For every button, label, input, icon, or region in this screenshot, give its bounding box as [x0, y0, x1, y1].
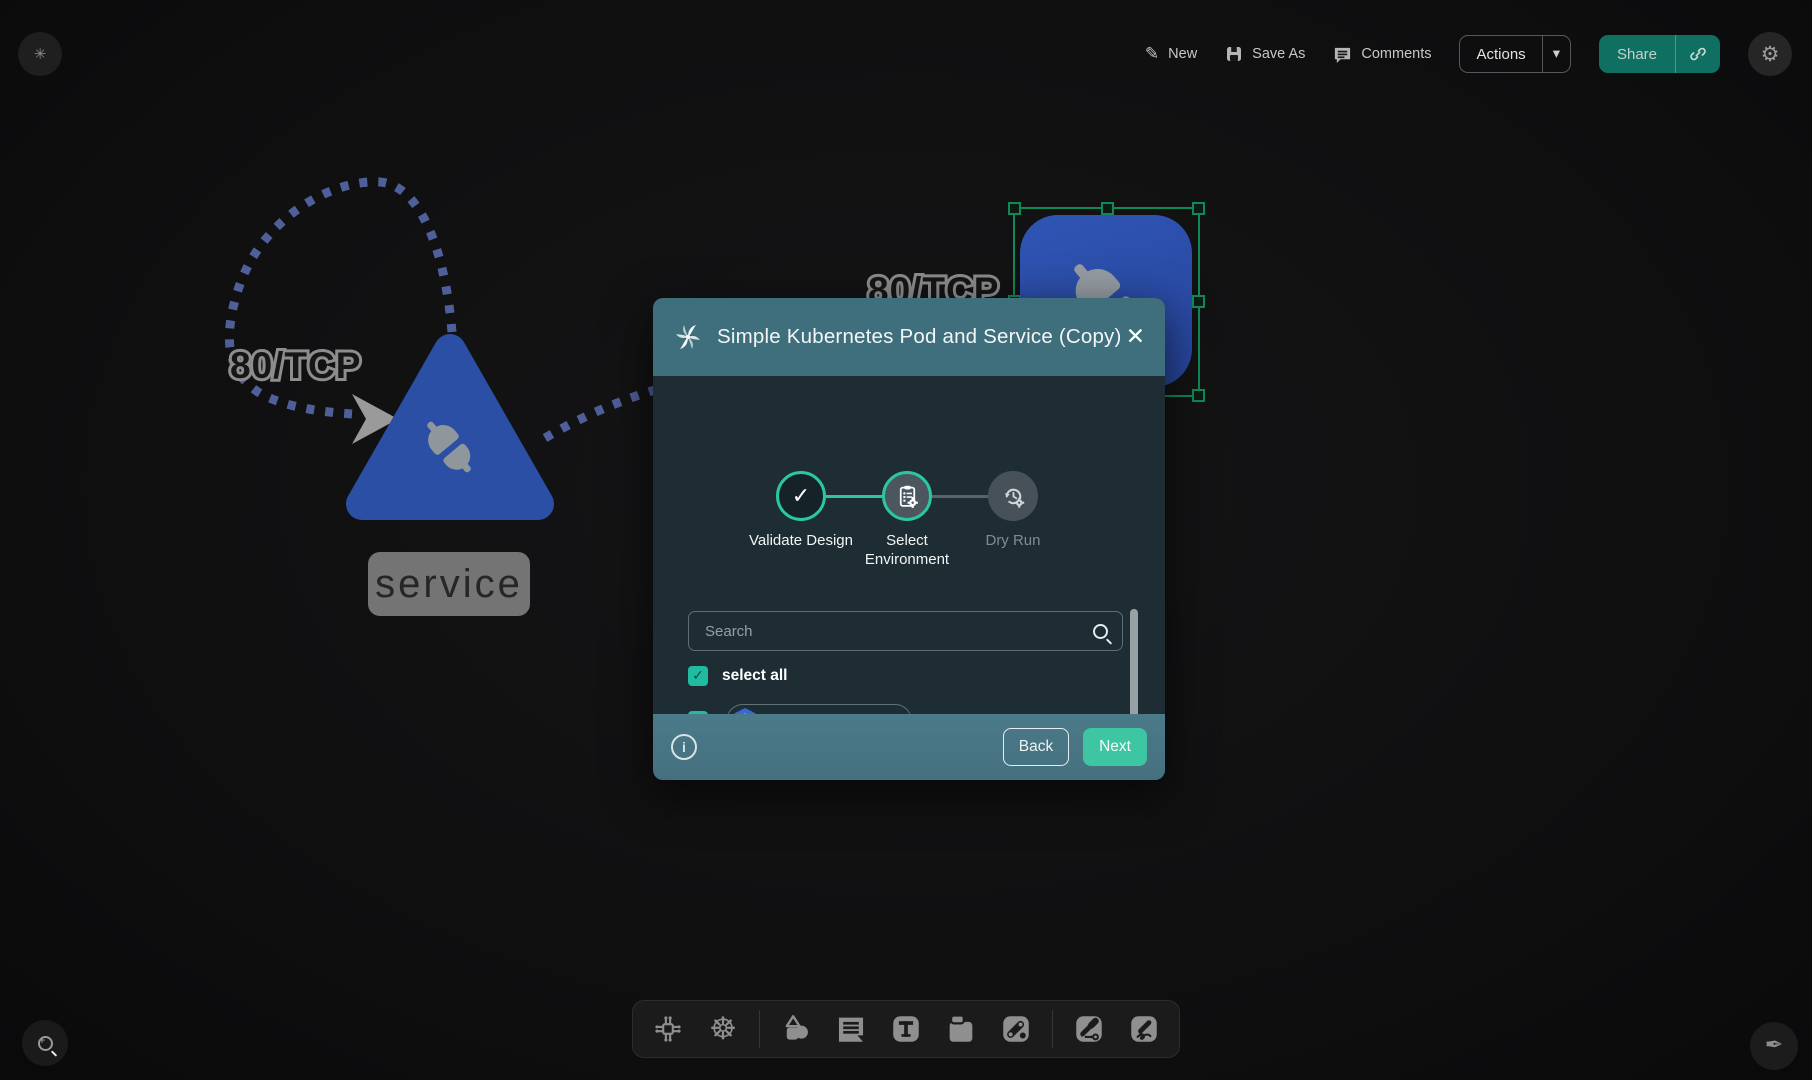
dry-run-icon: [1000, 483, 1027, 510]
service-triangle-node[interactable]: [330, 318, 570, 530]
top-toolbar: ✎ New Save As Comments Actions ▾: [1145, 34, 1792, 74]
text-tool-icon: [889, 1012, 923, 1046]
clipboard-gear-icon: [894, 483, 921, 510]
step-dry-run[interactable]: [988, 471, 1038, 521]
modal-footer: i Back Next: [653, 714, 1165, 780]
new-button[interactable]: ✎ New: [1145, 46, 1197, 63]
modal-title: Simple Kubernetes Pod and Service (Copy): [717, 325, 1126, 349]
service-node-label: service: [368, 552, 530, 616]
modal-header: Simple Kubernetes Pod and Service (Copy)…: [653, 298, 1165, 376]
gear-icon: ⚙: [1761, 44, 1780, 65]
comment-icon: [1333, 45, 1352, 64]
pen-mode-button[interactable]: ✒: [1750, 1022, 1798, 1070]
environment-search: [688, 611, 1123, 651]
next-button[interactable]: Next: [1083, 728, 1147, 766]
shapes-tool-button[interactable]: [777, 1010, 815, 1048]
actions-dropdown-button[interactable]: ▾: [1542, 36, 1570, 72]
modal-body: ✓: [653, 376, 1165, 714]
shapes-icon: [779, 1012, 813, 1046]
save-as-button[interactable]: Save As: [1225, 45, 1305, 63]
check-icon: ✓: [792, 484, 810, 509]
close-icon[interactable]: ✕: [1126, 324, 1145, 350]
selection-handle[interactable]: [1008, 202, 1021, 215]
save-as-label: Save As: [1252, 46, 1305, 62]
link-icon: [1688, 44, 1708, 64]
search-icon: [1093, 624, 1108, 639]
selection-handle[interactable]: [1192, 295, 1205, 308]
step-label-validate: Validate Design: [741, 532, 861, 551]
toolbar-divider: [759, 1010, 760, 1048]
text-tool-button[interactable]: [887, 1010, 925, 1048]
step-label-dry-run: Dry Run: [953, 532, 1073, 551]
step-validate-design[interactable]: ✓: [776, 471, 826, 521]
component-icon: [651, 1012, 685, 1046]
app-menu-button[interactable]: ✳: [18, 32, 62, 76]
share-split-button: Share: [1599, 35, 1720, 73]
frame-icon: [944, 1012, 978, 1046]
comments-label: Comments: [1361, 46, 1431, 62]
zoom-in-button[interactable]: +: [22, 1020, 68, 1066]
kubernetes-icon: ☸: [709, 1014, 737, 1045]
comment-tool-button[interactable]: [832, 1010, 870, 1048]
copy-link-button[interactable]: [1675, 35, 1720, 73]
relationship-tool-button[interactable]: [997, 1010, 1035, 1048]
pen-arrow-icon: [1072, 1012, 1106, 1046]
select-all-checkbox[interactable]: ✓: [688, 666, 708, 686]
select-all-row: ✓ select all: [688, 666, 788, 686]
selection-handle[interactable]: [1101, 202, 1114, 215]
step-label-environment: Select Environment: [847, 532, 967, 570]
bottom-toolbar: ☸: [632, 1000, 1180, 1058]
settings-button[interactable]: ⚙: [1748, 32, 1792, 76]
save-icon: [1225, 45, 1243, 63]
chevron-down-icon: ▾: [1553, 47, 1560, 62]
app-window: 80/TCP 80/TCP service ✳ + ✒ ✎ New Save A…: [0, 0, 1812, 1080]
step-connector-done: [826, 495, 882, 498]
actions-split-button: Actions ▾: [1459, 35, 1570, 73]
pen-nib-icon: ✒: [1765, 1035, 1783, 1057]
toolbar-divider: [1052, 1010, 1053, 1048]
selection-handle[interactable]: [1192, 202, 1205, 215]
actions-button[interactable]: Actions: [1460, 36, 1541, 72]
step-connector-pending: [932, 495, 988, 498]
comments-button[interactable]: Comments: [1333, 45, 1431, 64]
link-nodes-icon: [999, 1012, 1033, 1046]
frame-tool-button[interactable]: [942, 1010, 980, 1048]
deploy-modal: Simple Kubernetes Pod and Service (Copy)…: [653, 298, 1165, 780]
sketch-tool-button[interactable]: [1125, 1010, 1163, 1048]
pencil-icon: ✎: [1145, 46, 1159, 63]
flower-icon: ✳: [34, 47, 47, 62]
search-input[interactable]: [703, 622, 1093, 641]
meshery-logo-icon: [673, 322, 703, 352]
info-icon[interactable]: i: [671, 734, 697, 760]
back-button[interactable]: Back: [1003, 728, 1069, 766]
annotate-tool-button[interactable]: [1070, 1010, 1108, 1048]
select-all-label: select all: [722, 667, 788, 685]
component-tool-button[interactable]: [649, 1010, 687, 1048]
comment-tool-icon: [834, 1012, 868, 1046]
sketch-icon: [1127, 1012, 1161, 1046]
share-button[interactable]: Share: [1599, 35, 1675, 73]
step-select-environment[interactable]: [882, 471, 932, 521]
kubernetes-tool-button[interactable]: ☸: [704, 1010, 742, 1048]
selection-handle[interactable]: [1192, 389, 1205, 402]
new-label: New: [1168, 46, 1197, 62]
port-label-left: 80/TCP: [230, 345, 361, 387]
